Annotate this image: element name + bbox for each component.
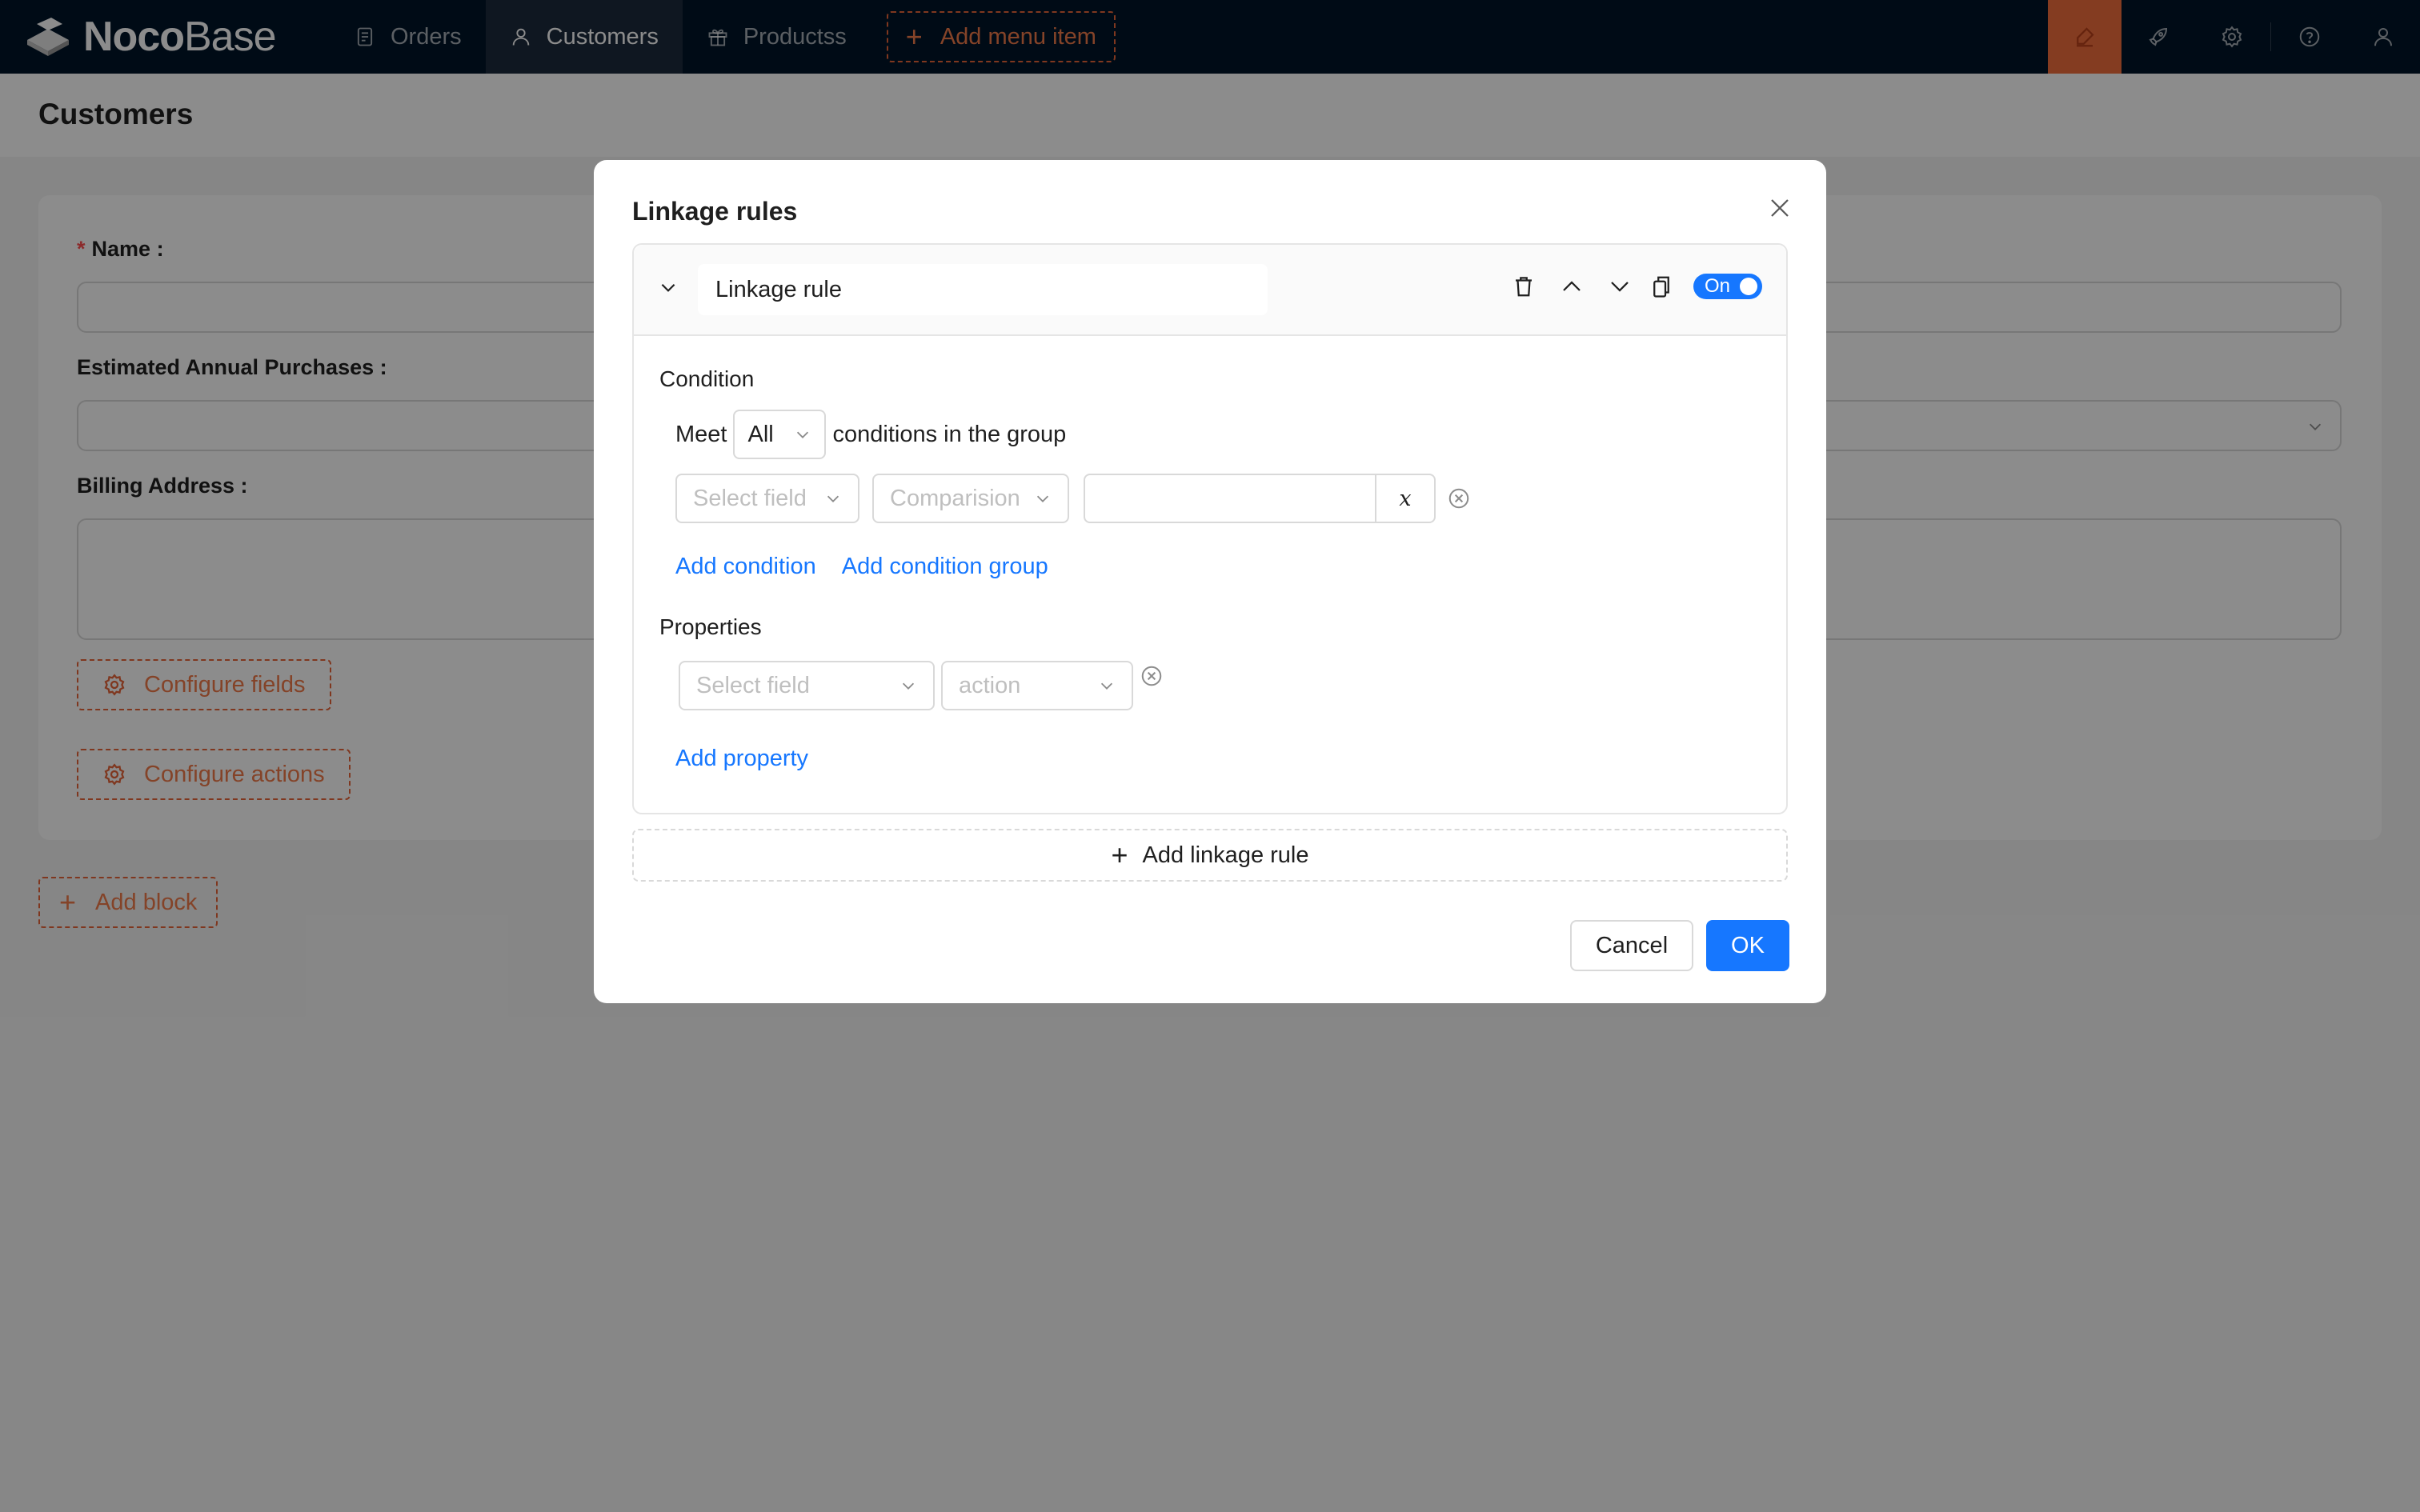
property-row: Select field action (679, 661, 1164, 710)
chevron-up-icon (1563, 281, 1581, 291)
linkage-rule-title-input[interactable]: Linkage rule (698, 264, 1268, 315)
copy-icon (1653, 276, 1669, 298)
condition-meet-row: Meet All conditions in the group (675, 410, 1066, 459)
chevron-down-icon (902, 682, 915, 690)
field-select-placeholder: Select field (693, 485, 807, 511)
rule-enabled-switch[interactable]: On (1693, 274, 1762, 299)
collapse-toggle[interactable] (655, 274, 682, 301)
condition-value-input[interactable] (1084, 474, 1376, 523)
switch-label: On (1705, 275, 1731, 297)
remove-condition-icon[interactable] (1447, 486, 1471, 510)
remove-property-icon[interactable] (1140, 664, 1164, 688)
meet-logic-select[interactable]: All (733, 410, 827, 459)
linkage-rule-card: Linkage rule On Condition Meet All condi… (632, 243, 1788, 814)
meet-prefix: Meet (675, 421, 727, 447)
linkage-rules-modal: Linkage rules Linkage rule On Condition … (594, 160, 1826, 1003)
add-linkage-rule-label: Add linkage rule (1142, 842, 1309, 868)
property-action-select[interactable]: action (941, 661, 1133, 710)
chevron-down-icon (797, 431, 809, 438)
comparison-select[interactable]: Comparision (872, 474, 1069, 523)
close-icon (1771, 199, 1789, 217)
modal-close-button[interactable] (1764, 192, 1796, 224)
add-condition-link[interactable]: Add condition (675, 554, 816, 580)
meet-logic-value: All (747, 421, 774, 447)
condition-field-select[interactable]: Select field (675, 474, 859, 523)
chevron-down-icon (827, 495, 839, 502)
linkage-rule-header: Linkage rule On (634, 245, 1786, 336)
copy-rule-button[interactable] (1645, 270, 1677, 302)
add-condition-group-link[interactable]: Add condition group (842, 554, 1048, 580)
comparison-placeholder: Comparision (890, 485, 1020, 511)
modal-title: Linkage rules (632, 197, 798, 226)
move-up-button[interactable] (1556, 270, 1588, 302)
add-linkage-rule-button[interactable]: + Add linkage rule (632, 829, 1788, 882)
property-action-placeholder: action (959, 672, 1021, 698)
properties-section-title: Properties (659, 614, 762, 639)
property-field-select[interactable]: Select field (679, 661, 935, 710)
add-property-link[interactable]: Add property (675, 746, 808, 772)
delete-icon (1516, 277, 1532, 297)
chevron-down-icon (1100, 682, 1113, 690)
condition-value-group: x (1084, 474, 1436, 523)
meet-suffix: conditions in the group (832, 421, 1067, 447)
switch-knob (1740, 278, 1757, 295)
condition-row: Select field Comparision x (675, 474, 1471, 523)
condition-links: Add condition Add condition group (675, 554, 1048, 580)
property-field-placeholder: Select field (696, 672, 810, 698)
condition-section-title: Condition (659, 366, 755, 391)
cancel-button[interactable]: Cancel (1570, 920, 1693, 971)
rule-actions: On (1492, 270, 1762, 302)
chevron-down-icon (1611, 282, 1629, 292)
chevron-down-icon (661, 283, 675, 292)
delete-rule-button[interactable] (1508, 270, 1540, 302)
chevron-down-icon (1036, 495, 1049, 502)
move-down-button[interactable] (1604, 270, 1636, 302)
property-links: Add property (675, 746, 808, 772)
plus-icon: + (1111, 838, 1128, 871)
ok-button[interactable]: OK (1706, 920, 1789, 971)
variable-button[interactable]: x (1376, 474, 1436, 523)
